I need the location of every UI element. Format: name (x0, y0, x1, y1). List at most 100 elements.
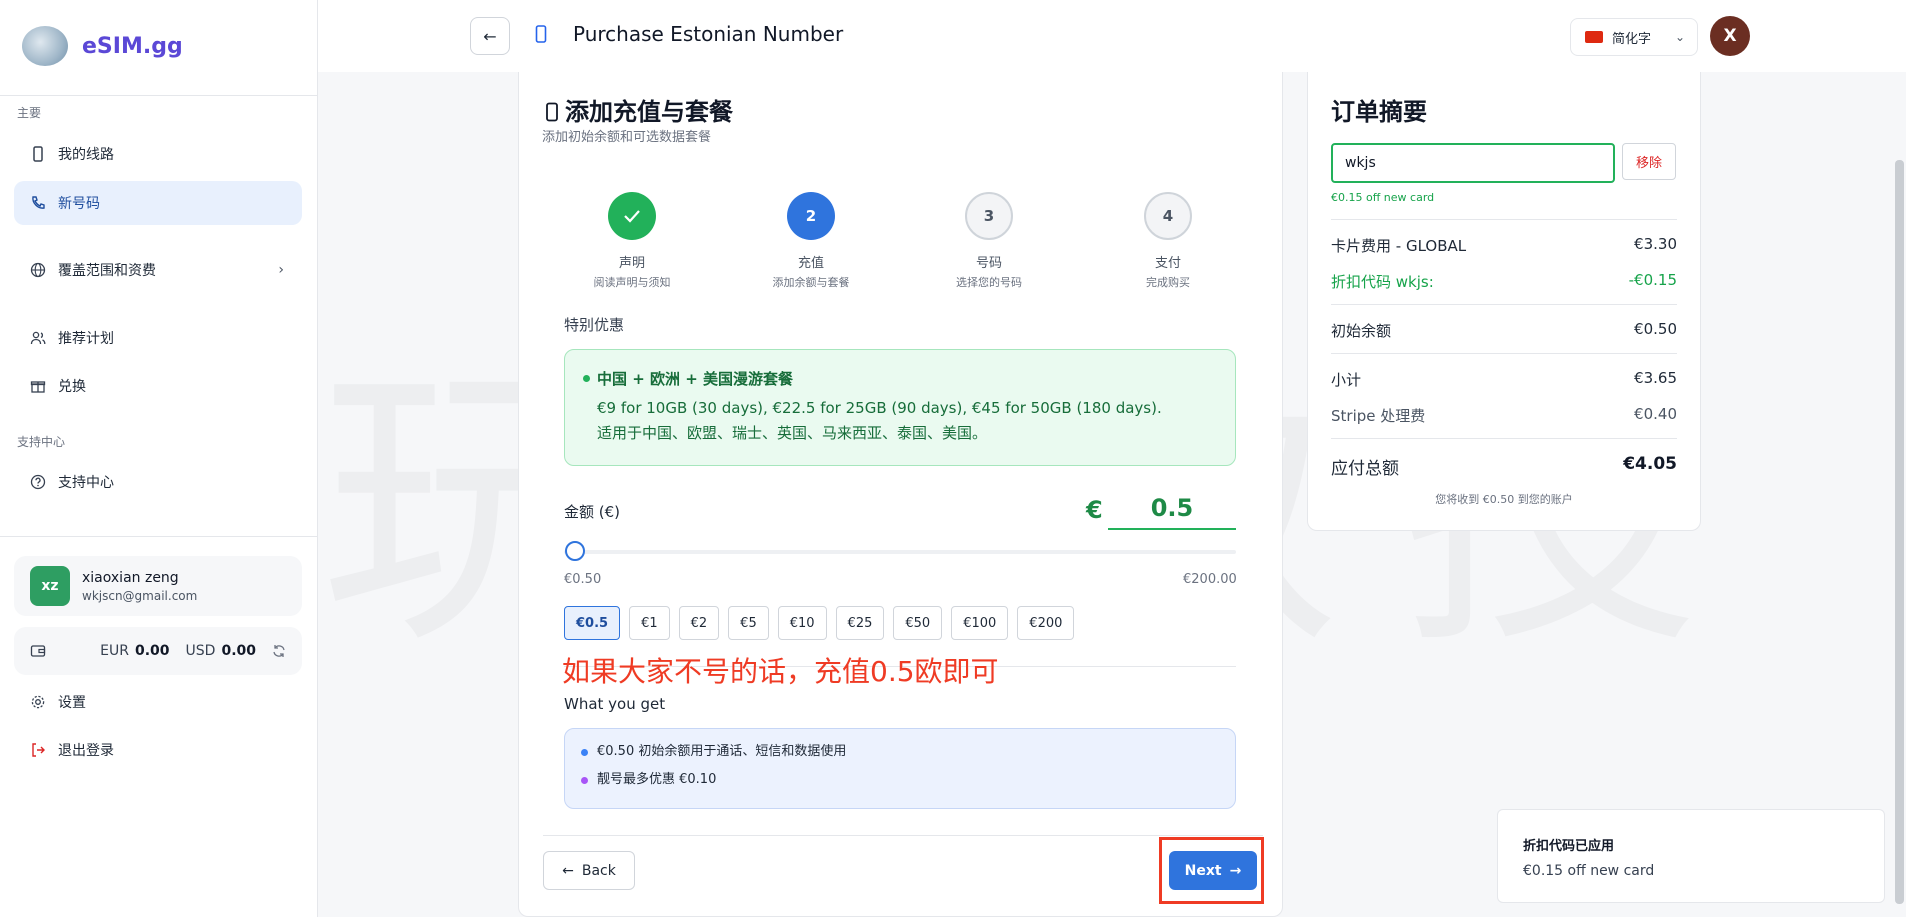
remove-coupon-button[interactable]: 移除 (1622, 143, 1676, 180)
step-2: 2 充值 添加余额与套餐 (731, 192, 891, 290)
amount-chip[interactable]: €100 (951, 606, 1009, 640)
summary-footnote: 您将收到 €0.50 到您的账户 (1435, 493, 1573, 506)
step-number: 3 (965, 192, 1013, 240)
next-button[interactable]: Next → (1169, 851, 1257, 890)
section-title-support: 支持中心 (17, 435, 66, 449)
back-button[interactable]: ← Back (543, 851, 635, 890)
sidebar-item-label: 新号码 (58, 196, 100, 212)
step-title: 支付 (1154, 256, 1181, 271)
sidebar-item-settings[interactable]: 设置 (14, 680, 302, 724)
amount-chip[interactable]: €50 (893, 606, 943, 640)
sidebar: eSIM.gg 主要 我的线路 新号码 覆盖范围和资费 › 推荐计划 兑换 支持… (0, 0, 318, 917)
flag-icon (1585, 31, 1603, 43)
slider-max-label: €200.00 (1183, 572, 1237, 587)
toast-message: €0.15 off new card (1523, 863, 1655, 879)
brand-logo[interactable]: eSIM.gg (22, 26, 183, 66)
section-title-main: 主要 (17, 106, 42, 120)
step-3: 3 号码 选择您的号码 (909, 192, 1069, 290)
step-title: 充值 (797, 256, 824, 271)
slider-min-label: €0.50 (564, 572, 602, 587)
amount-slider-handle[interactable] (565, 541, 585, 561)
wallet-icon (30, 643, 46, 659)
step-title: 声明 (618, 256, 645, 271)
what-you-get-box: €0.50 初始余额用于通话、短信和数据使用 靓号最多优惠 €0.10 (564, 728, 1236, 809)
quick-amounts: €0.5 €1 €2 €5 €10 €25 €50 €100 €200 (564, 606, 1083, 640)
amount-input[interactable]: 0.5 (1108, 494, 1236, 530)
summary-title: 订单摘要 (1331, 98, 1427, 126)
amount-chip[interactable]: €10 (777, 606, 827, 640)
coupon-input[interactable] (1331, 143, 1615, 183)
list-item: €0.50 初始余额用于通话、短信和数据使用 (581, 744, 1235, 772)
toast-title: 折扣代码已应用 (1523, 839, 1615, 854)
help-circle-icon (30, 474, 46, 490)
phone-icon (545, 100, 559, 128)
divider (0, 536, 318, 537)
page-title: Purchase Estonian Number (573, 22, 844, 46)
scrollbar[interactable] (1895, 160, 1904, 904)
check-icon (608, 192, 656, 240)
sidebar-item-my-lines[interactable]: 我的线路 (14, 132, 302, 176)
summary-row-card-fee: 卡片费用 - GLOBAL €3.30 (1331, 235, 1677, 255)
avatar: xz (30, 566, 70, 606)
annotation-text: 如果大家不号的话，充值0.5欧即可 (562, 655, 999, 688)
users-icon (30, 330, 46, 346)
user-name: xiaoxian zeng (82, 569, 179, 586)
logout-icon (30, 742, 46, 758)
sidebar-item-logout[interactable]: 退出登录 (14, 728, 302, 772)
step-desc: 选择您的号码 (956, 276, 1022, 289)
amount-chip[interactable]: €0.5 (564, 606, 621, 640)
user-email: wkjscn@gmail.com (82, 588, 198, 603)
amount-chip[interactable]: €1 (629, 606, 670, 640)
sidebar-item-support[interactable]: 支持中心 (14, 460, 302, 504)
amount-slider-track[interactable] (564, 550, 1236, 554)
step-1: 声明 阅读声明与须知 (552, 192, 712, 290)
summary-row-discount: 折扣代码 wkjs: -€0.15 (1331, 271, 1677, 291)
sidebar-item-label: 推荐计划 (58, 331, 114, 347)
sidebar-item-referral[interactable]: 推荐计划 (14, 316, 302, 360)
divider (543, 835, 1263, 836)
chevron-down-icon: ⌄ (1674, 30, 1685, 44)
sidebar-item-label: 我的线路 (58, 147, 114, 163)
bullet-dot (581, 749, 588, 756)
phone-icon (30, 146, 46, 162)
arrow-left-icon: ← (483, 26, 497, 46)
sidebar-item-label: 支持中心 (58, 475, 114, 491)
user-card[interactable]: xz xiaoxian zeng wkjscn@gmail.com (14, 556, 302, 616)
amount-chip[interactable]: €5 (728, 606, 769, 640)
chevron-right-icon: › (278, 262, 284, 278)
divider (1331, 219, 1677, 220)
step-desc: 完成购买 (1146, 276, 1190, 289)
sidebar-item-label: 设置 (58, 695, 86, 711)
header-back-button[interactable]: ← (470, 17, 510, 55)
phone-icon (534, 25, 548, 48)
amount-chip[interactable]: €25 (835, 606, 885, 640)
globe-icon (30, 262, 46, 278)
wallet-balance: EUR 0.00 USD 0.00 (14, 627, 302, 675)
gear-icon (30, 694, 46, 710)
step-title: 号码 (975, 256, 1002, 271)
gift-icon (30, 378, 46, 394)
sidebar-item-redeem[interactable]: 兑换 (14, 364, 302, 408)
summary-row-initial-balance: 初始余额 €0.50 (1331, 320, 1677, 340)
arrow-left-icon: ← (562, 862, 574, 879)
promo-line: €9 for 10GB (30 days), €22.5 for 25GB (9… (597, 399, 1162, 417)
language-select[interactable]: 简化字 ⌄ (1570, 18, 1698, 56)
step-4: 4 支付 完成购买 (1088, 192, 1248, 290)
summary-row-subtotal: 小计 €3.65 (1331, 369, 1677, 389)
special-offer-label: 特别优惠 (564, 316, 625, 334)
sidebar-item-label: 兑换 (58, 379, 86, 395)
step-desc: 添加余额与套餐 (772, 276, 850, 289)
promo-box: 中国 + 欧洲 + 美国漫游套餐 €9 for 10GB (30 days), … (564, 349, 1236, 466)
toast-notification: 折扣代码已应用 €0.15 off new card (1497, 809, 1885, 903)
sidebar-item-coverage[interactable]: 覆盖范围和资费 › (14, 248, 302, 292)
usd-label: USD (185, 643, 216, 659)
phone-call-icon (30, 195, 46, 211)
summary-row-stripe-fee: Stripe 处理费 €0.40 (1331, 405, 1677, 425)
refresh-icon[interactable] (272, 644, 286, 658)
amount-chip[interactable]: €200 (1017, 606, 1075, 640)
sidebar-item-label: 退出登录 (58, 743, 114, 759)
sidebar-item-new-number[interactable]: 新号码 (14, 181, 302, 225)
amount-chip[interactable]: €2 (678, 606, 720, 640)
bullet-dot (581, 777, 588, 784)
avatar[interactable]: X (1710, 16, 1750, 56)
